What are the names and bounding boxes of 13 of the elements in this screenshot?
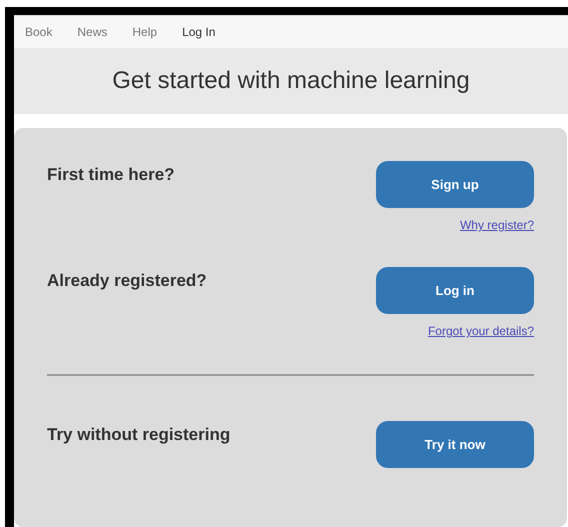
action-button[interactable]: Sign up: [376, 161, 534, 208]
page-title: Get started with machine learning: [112, 67, 470, 95]
section-heading: Try without registering: [47, 425, 230, 445]
nav-link[interactable]: News: [77, 24, 108, 39]
text-link[interactable]: Forgot your details?: [428, 324, 534, 338]
action-button[interactable]: Try it now: [376, 421, 534, 468]
nav-link[interactable]: Log In: [182, 24, 216, 39]
action-button[interactable]: Log in: [376, 267, 534, 314]
nav-link[interactable]: Book: [25, 24, 52, 39]
nav-link[interactable]: Help: [132, 24, 158, 39]
section-heading: First time here?: [47, 165, 175, 185]
text-link[interactable]: Why register?: [460, 218, 534, 232]
section-heading: Already registered?: [47, 271, 207, 291]
